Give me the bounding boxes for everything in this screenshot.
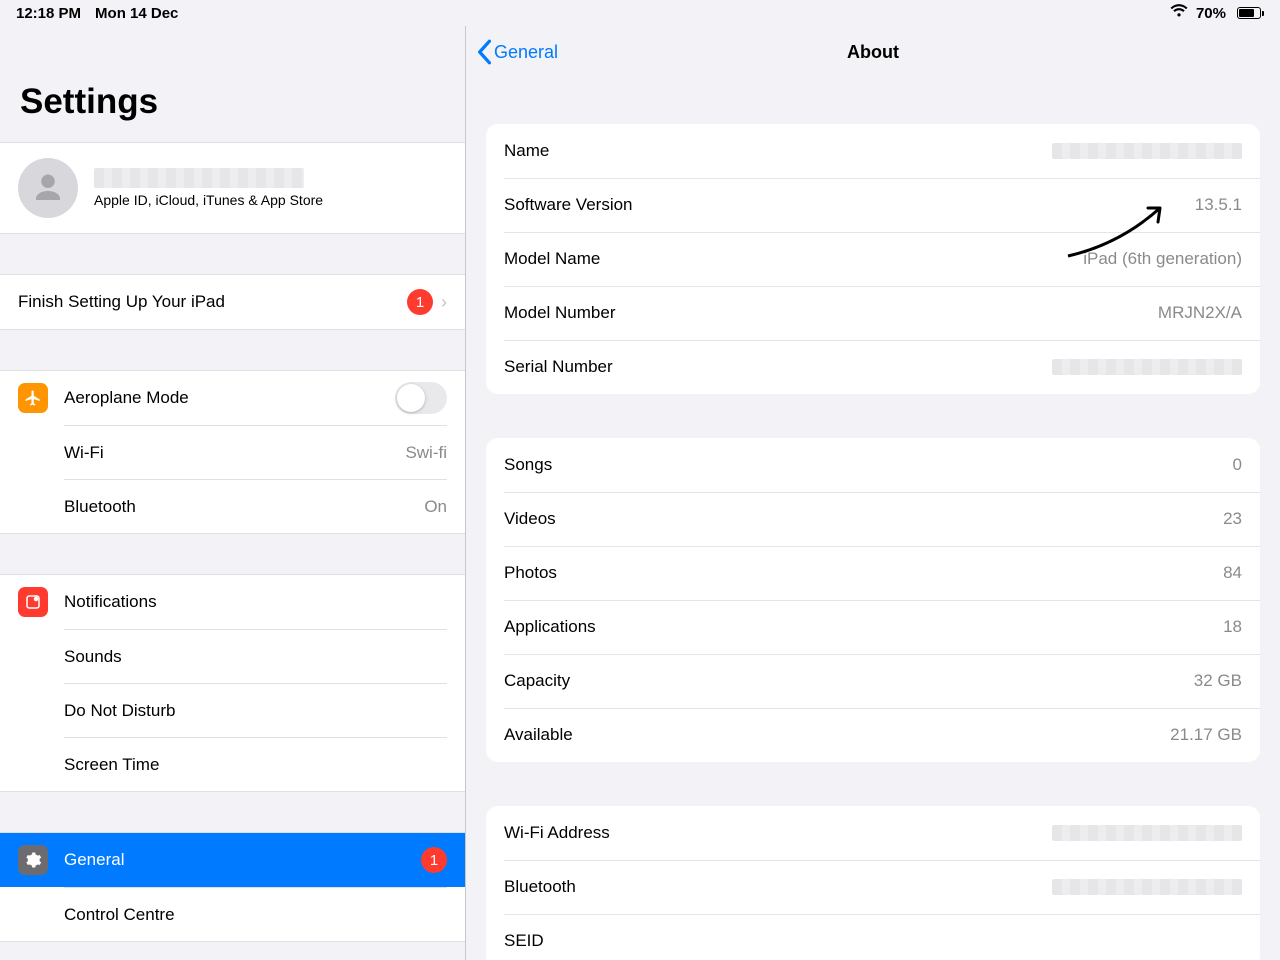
about-row-capacity: Capacity32 GB: [486, 654, 1260, 708]
notifications-icon: [18, 587, 48, 617]
about-row-model-number[interactable]: Model NumberMRJN2X/A: [486, 286, 1260, 340]
screentime-label: Screen Time: [64, 755, 447, 775]
about-group-network: Wi-Fi Address Bluetooth SEID: [486, 806, 1260, 960]
redacted-value: [1052, 825, 1242, 841]
about-label: Wi-Fi Address: [504, 823, 1052, 843]
status-bar: 12:18 PM Mon 14 Dec 70%: [0, 0, 1280, 26]
about-value: 13.5.1: [1195, 195, 1242, 215]
page-title: Settings: [0, 26, 465, 142]
battery-percent: 70%: [1196, 5, 1226, 22]
about-value: iPad (6th generation): [1083, 249, 1242, 269]
about-value: 23: [1223, 509, 1242, 529]
avatar-icon: [18, 158, 78, 218]
about-row-seid: SEID: [486, 914, 1260, 960]
about-row-applications: Applications18: [486, 600, 1260, 654]
about-label: Applications: [504, 617, 1223, 637]
about-row-available: Available21.17 GB: [486, 708, 1260, 762]
dnd-label: Do Not Disturb: [64, 701, 447, 721]
wifi-value: Swi-fi: [405, 443, 447, 463]
about-value: 18: [1223, 617, 1242, 637]
about-label: Available: [504, 725, 1170, 745]
screentime-row[interactable]: Screen Time: [0, 737, 465, 791]
airplane-toggle[interactable]: [395, 382, 447, 414]
about-value: 0: [1233, 455, 1242, 475]
wifi-row[interactable]: Wi-Fi Swi-fi: [0, 425, 465, 479]
chevron-right-icon: ›: [441, 292, 447, 313]
status-date: Mon 14 Dec: [95, 5, 178, 22]
detail-pane: General About Name Software Version13.5.1…: [466, 26, 1280, 960]
about-row-photos: Photos84: [486, 546, 1260, 600]
redacted-value: [1052, 359, 1242, 375]
finish-setup-badge: 1: [407, 289, 433, 315]
battery-icon: [1234, 7, 1264, 19]
sounds-row[interactable]: Sounds: [0, 629, 465, 683]
redacted-value: [1052, 143, 1242, 159]
airplane-icon: [18, 383, 48, 413]
about-row-wi-fi-address: Wi-Fi Address: [486, 806, 1260, 860]
about-row-songs: Songs0: [486, 438, 1260, 492]
about-value: 32 GB: [1194, 671, 1242, 691]
settings-sidebar: Settings Apple ID, iCloud, iTunes & App …: [0, 26, 466, 960]
airplane-label: Aeroplane Mode: [64, 388, 395, 408]
notifications-row[interactable]: Notifications: [0, 575, 465, 629]
about-label: Name: [504, 141, 1052, 161]
dnd-row[interactable]: Do Not Disturb: [0, 683, 465, 737]
finish-setup-label: Finish Setting Up Your iPad: [18, 292, 399, 312]
about-label: Bluetooth: [504, 877, 1052, 897]
airplane-mode-row[interactable]: Aeroplane Mode: [0, 371, 465, 425]
about-value: 21.17 GB: [1170, 725, 1242, 745]
apple-id-row[interactable]: Apple ID, iCloud, iTunes & App Store: [0, 143, 465, 233]
account-name-redacted: [94, 168, 304, 188]
about-group-device: NameSoftware Version13.5.1Model NameiPad…: [486, 124, 1260, 394]
general-row[interactable]: General 1: [0, 833, 465, 887]
about-label: Model Number: [504, 303, 1158, 323]
control-centre-row[interactable]: Control Centre: [0, 887, 465, 941]
redacted-value: [1052, 879, 1242, 895]
wifi-icon: [1170, 4, 1188, 22]
gear-icon: [18, 845, 48, 875]
bluetooth-value: On: [424, 497, 447, 517]
about-label: SEID: [504, 931, 1242, 951]
general-label: General: [64, 850, 413, 870]
control-label: Control Centre: [64, 905, 447, 925]
notifications-label: Notifications: [64, 592, 447, 612]
about-label: Videos: [504, 509, 1223, 529]
about-row-model-name[interactable]: Model NameiPad (6th generation): [486, 232, 1260, 286]
about-label: Model Name: [504, 249, 1083, 269]
about-row-bluetooth: Bluetooth: [486, 860, 1260, 914]
bluetooth-label: Bluetooth: [64, 497, 424, 517]
about-value: MRJN2X/A: [1158, 303, 1242, 323]
account-subtitle: Apple ID, iCloud, iTunes & App Store: [94, 192, 323, 208]
bluetooth-row[interactable]: Bluetooth On: [0, 479, 465, 533]
nav-title: About: [466, 42, 1280, 63]
back-label: General: [494, 42, 558, 63]
about-value: 84: [1223, 563, 1242, 583]
wifi-label: Wi-Fi: [64, 443, 405, 463]
chevron-left-icon: [474, 39, 494, 65]
about-row-serial-number[interactable]: Serial Number: [486, 340, 1260, 394]
about-row-videos: Videos23: [486, 492, 1260, 546]
sounds-label: Sounds: [64, 647, 447, 667]
finish-setup-row[interactable]: Finish Setting Up Your iPad 1 ›: [0, 275, 465, 329]
about-label: Photos: [504, 563, 1223, 583]
status-time: 12:18 PM: [16, 5, 81, 22]
about-label: Serial Number: [504, 357, 1052, 377]
about-label: Songs: [504, 455, 1233, 475]
about-group-storage: Songs0Videos23Photos84Applications18Capa…: [486, 438, 1260, 762]
about-row-software-version[interactable]: Software Version13.5.1: [486, 178, 1260, 232]
general-badge: 1: [421, 847, 447, 873]
nav-bar: General About: [466, 26, 1280, 78]
about-row-name[interactable]: Name: [486, 124, 1260, 178]
about-label: Software Version: [504, 195, 1195, 215]
about-label: Capacity: [504, 671, 1194, 691]
back-button[interactable]: General: [474, 39, 558, 65]
